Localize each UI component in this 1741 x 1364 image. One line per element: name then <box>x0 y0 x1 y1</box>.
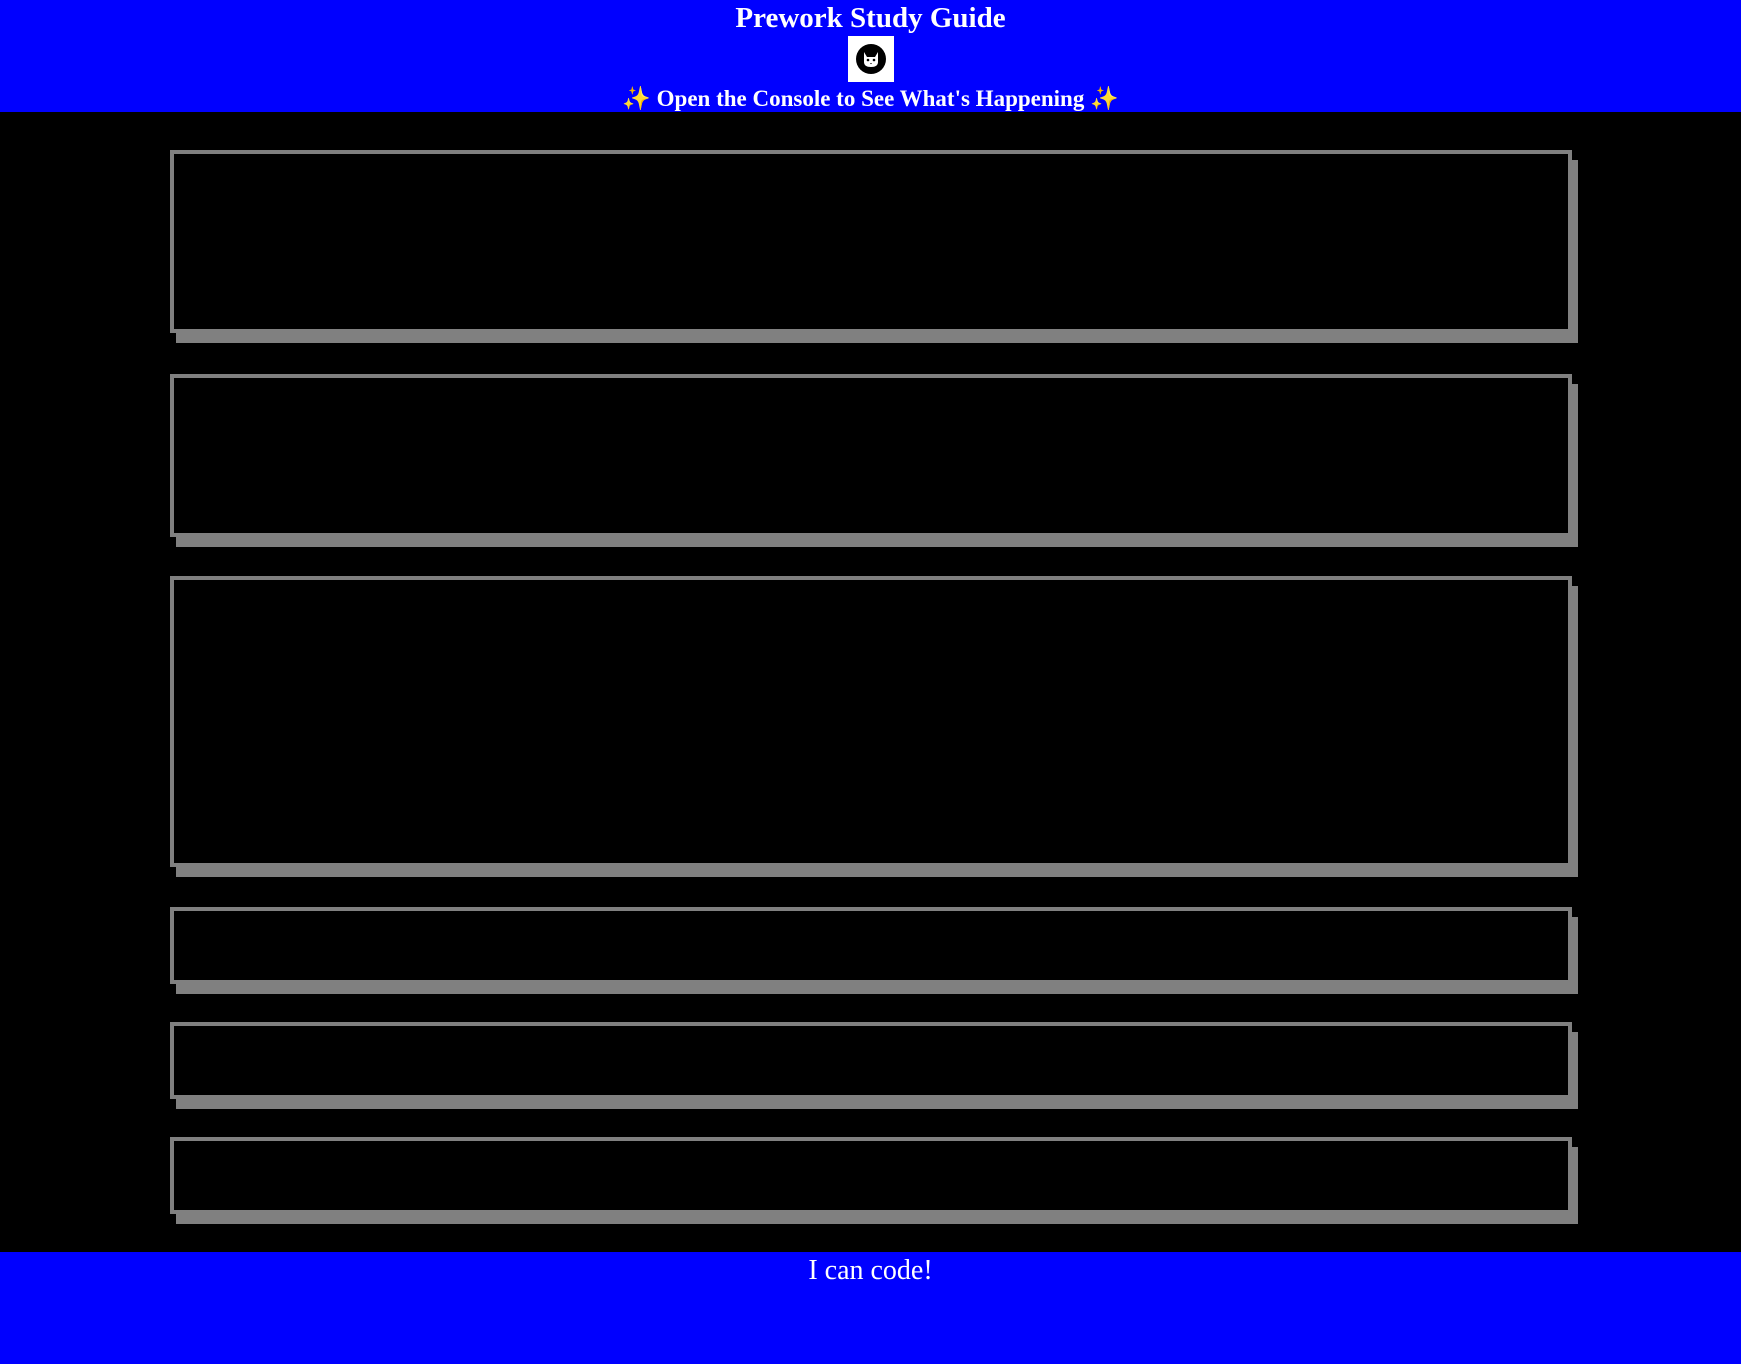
page-footer: I can code! <box>0 1252 1741 1364</box>
sparkle-left-icon: ✨ <box>622 86 651 111</box>
page-header: Prework Study Guide ✨ Open the Console t… <box>0 0 1741 112</box>
sparkle-right-icon: ✨ <box>1090 86 1119 111</box>
section-1 <box>170 150 1572 333</box>
section-2 <box>170 374 1572 537</box>
section-3 <box>170 576 1572 867</box>
console-hint-text: Open the Console to See What's Happening <box>656 86 1085 111</box>
cat-icon <box>855 44 886 74</box>
page-title: Prework Study Guide <box>735 2 1006 34</box>
logo <box>847 36 894 82</box>
section-6 <box>170 1137 1572 1214</box>
section-4 <box>170 907 1572 984</box>
section-5 <box>170 1022 1572 1099</box>
footer-text: I can code! <box>808 1255 933 1286</box>
main-content <box>0 112 1741 1252</box>
console-hint: ✨ Open the Console to See What's Happeni… <box>0 82 1741 112</box>
